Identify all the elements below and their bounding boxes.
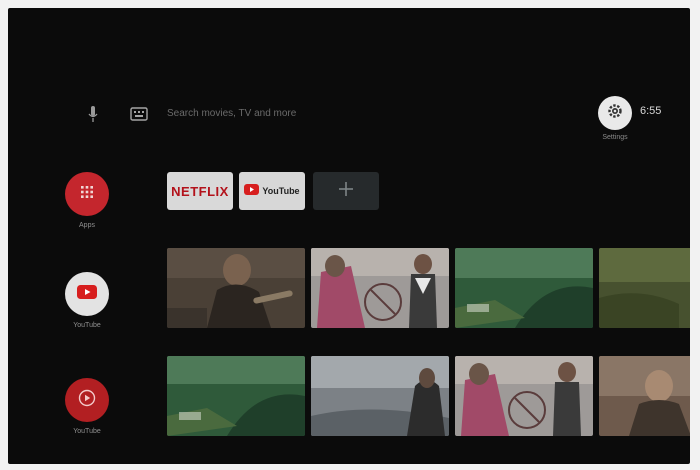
video-thumbnail[interactable]	[455, 248, 593, 328]
video-thumbnail[interactable]	[311, 248, 449, 328]
youtube-music-play-icon	[78, 389, 96, 412]
video-thumbnail[interactable]	[167, 248, 305, 328]
netflix-logo: NETFLIX	[171, 183, 229, 199]
youtube-logo-icon	[244, 182, 260, 200]
settings-button[interactable]	[598, 96, 632, 130]
music-video-thumbnail[interactable]	[599, 356, 690, 436]
youtube-tile[interactable]: YouTube	[239, 172, 305, 210]
settings-label: Settings	[602, 134, 628, 141]
music-video-thumbnail[interactable]	[455, 356, 593, 436]
video-thumbnail[interactable]	[599, 248, 690, 328]
music-video-thumbnail[interactable]	[167, 356, 305, 436]
youtube-play-icon	[77, 284, 97, 304]
clock: 6:55	[640, 105, 662, 117]
apps-label: Apps	[79, 222, 95, 229]
youtube-rail-button[interactable]	[65, 272, 109, 316]
keyboard-icon[interactable]	[130, 107, 148, 121]
search-input[interactable]: Search movies, TV and more	[167, 104, 407, 124]
add-icon	[337, 180, 355, 203]
netflix-tile[interactable]: NETFLIX	[167, 172, 233, 210]
music-video-thumbnail[interactable]	[311, 356, 449, 436]
mic-icon[interactable]	[86, 104, 100, 126]
add-app-tile[interactable]	[313, 172, 379, 210]
apps-button[interactable]	[65, 172, 109, 216]
youtube-logo-text: YouTube	[262, 186, 300, 196]
apps-grid-icon	[79, 184, 95, 205]
youtube-music-label: YouTube	[73, 428, 101, 435]
tv-home-screen: Search movies, TV and more Settings 6:55…	[8, 8, 690, 464]
youtube-music-rail-button[interactable]	[65, 378, 109, 422]
youtube-label: YouTube	[73, 322, 101, 329]
gear-icon	[607, 103, 623, 124]
